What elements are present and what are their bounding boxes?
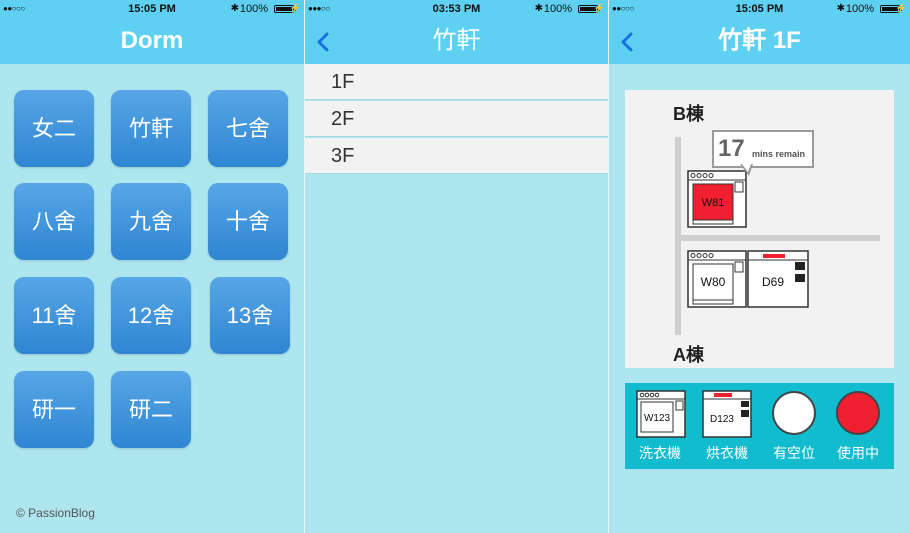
floors-screen: ●●●○○ 03:53 PM ✱ 100% ⚡ 竹軒 1F 2F 3F [305, 0, 608, 533]
bluetooth-icon: ✱ [534, 3, 543, 14]
floor-row[interactable]: 1F [305, 64, 608, 100]
map-screen: ●●○○○ 15:05 PM ✱ 100% ⚡ 竹軒 1F B棟 A棟 W81 … [609, 0, 910, 533]
building-tile[interactable]: 12舍 [111, 277, 191, 354]
building-tile[interactable]: 竹軒 [111, 90, 191, 167]
charging-bolt-icon: ⚡ [593, 3, 605, 13]
building-tile[interactable]: 11舍 [14, 277, 94, 354]
floor-label: 3F [331, 145, 355, 167]
washer-machine[interactable]: W80 [687, 250, 747, 308]
legend-washer-label: 洗衣機 [639, 445, 681, 461]
status-bar: ●●○○○ 15:05 PM ✱ 100% ⚡ [609, 0, 910, 18]
dryer-icon: D123 [702, 390, 752, 438]
floor-label: 2F [331, 108, 355, 130]
nav-bar: Dorm [0, 18, 304, 64]
legend-washer-id: W123 [644, 413, 671, 424]
page-title: Dorm [120, 27, 184, 54]
charging-bolt-icon: ⚡ [289, 3, 301, 13]
bluetooth-icon: ✱ [836, 3, 845, 14]
building-tile[interactable]: 七舍 [208, 90, 288, 167]
building-tile[interactable]: 八舍 [14, 183, 94, 260]
nav-bar: 竹軒 [305, 18, 608, 64]
building-tile[interactable]: 女二 [14, 90, 94, 167]
battery-percent: 100% [845, 3, 874, 15]
floor-row[interactable]: 2F [305, 101, 608, 137]
minutes-remaining-label: mins remain [752, 149, 806, 159]
status-bar: ●●●○○ 03:53 PM ✱ 100% ⚡ [305, 0, 608, 18]
building-b-label: B棟 [673, 104, 704, 124]
battery-percent: 100% [239, 3, 268, 15]
battery-percent: 100% [543, 3, 572, 15]
nav-bar: 竹軒 1F [609, 18, 910, 64]
machine-id: W81 [702, 197, 725, 209]
washer-icon: W123 [636, 390, 686, 438]
legend-in-use-label: 使用中 [837, 445, 879, 461]
floor-row[interactable]: 3F [305, 138, 608, 174]
machine-id: D69 [762, 275, 784, 289]
building-tile[interactable]: 13舍 [210, 277, 290, 354]
corridor [675, 235, 880, 241]
machine-id: W80 [701, 275, 726, 289]
bluetooth-icon: ✱ [230, 3, 239, 14]
building-tile[interactable]: 九舍 [111, 183, 191, 260]
dorm-screen: ●●○○○ 15:05 PM ✱ 100% ⚡ Dorm 女二 竹軒 七舍 八舍… [0, 0, 304, 533]
in-use-circle-icon [836, 391, 880, 435]
available-circle-icon [772, 391, 816, 435]
building-a-label: A棟 [673, 345, 704, 365]
legend-available: 有空位 [764, 383, 824, 469]
legend-dryer: D123 烘衣機 [697, 383, 757, 469]
legend-dryer-id: D123 [710, 414, 734, 425]
legend: W123 洗衣機 D123 烘衣機 有空位 使用中 [625, 383, 894, 469]
legend-in-use: 使用中 [828, 383, 888, 469]
time-remaining-callout: 17 mins remain [712, 130, 814, 168]
legend-available-label: 有空位 [773, 445, 815, 461]
legend-washer: W123 洗衣機 [630, 383, 690, 469]
washer-machine[interactable]: W81 [687, 170, 747, 228]
floor-label: 1F [331, 71, 355, 93]
charging-bolt-icon: ⚡ [895, 3, 907, 13]
floor-map: B棟 A棟 W81 W80 D69 17 mins remain [625, 90, 894, 368]
app-screens: ●●○○○ 15:05 PM ✱ 100% ⚡ Dorm 女二 竹軒 七舍 八舍… [0, 0, 910, 533]
building-tile[interactable]: 十舍 [208, 183, 288, 260]
minutes-remaining: 17 [718, 135, 745, 162]
page-title: 竹軒 1F [718, 27, 801, 54]
building-tile[interactable]: 研一 [14, 371, 94, 448]
copyright: © PassionBlog [16, 506, 95, 520]
dryer-machine[interactable]: D69 [747, 250, 809, 308]
building-tile[interactable]: 研二 [111, 371, 191, 448]
callout-tail [742, 164, 751, 172]
status-bar: ●●○○○ 15:05 PM ✱ 100% ⚡ [0, 0, 304, 18]
page-title: 竹軒 [432, 27, 481, 54]
legend-dryer-label: 烘衣機 [706, 445, 748, 461]
